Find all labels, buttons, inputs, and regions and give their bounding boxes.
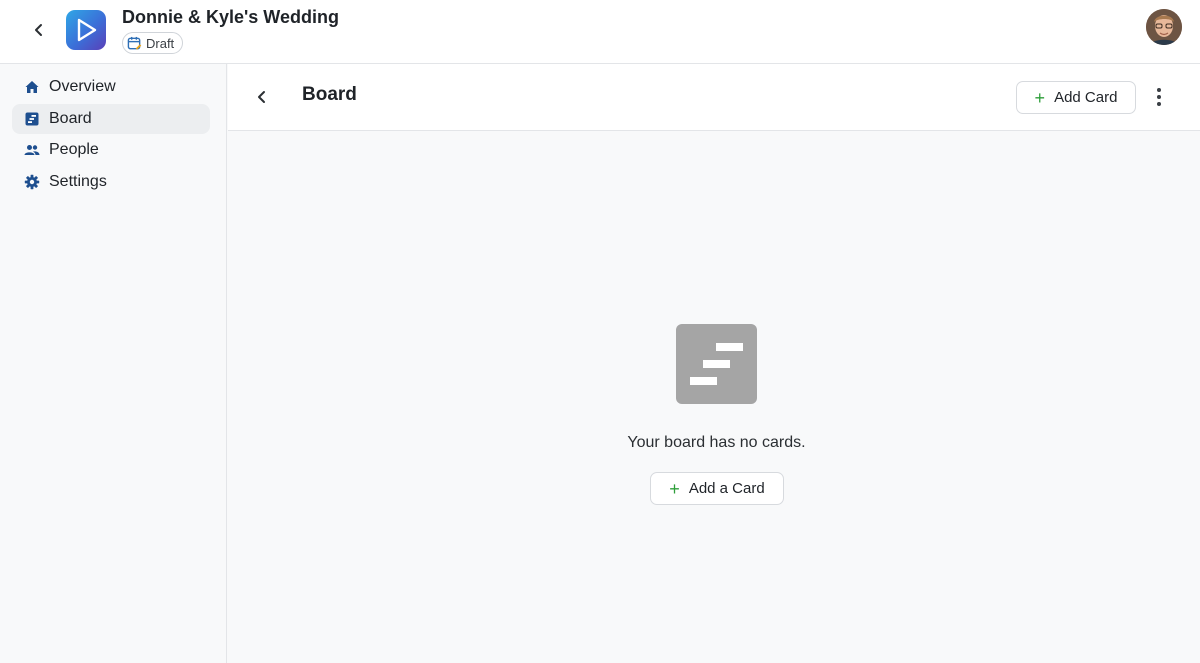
sidebar-item-label: Board [49, 109, 92, 127]
calendar-edit-icon [127, 36, 142, 50]
chevron-left-icon [35, 24, 42, 36]
top-bar: Donnie & Kyle's Wedding Draft [0, 0, 1200, 64]
add-a-card-button[interactable]: + Add a Card [650, 472, 784, 505]
board-placeholder-icon [676, 324, 757, 404]
play-logo-icon [77, 18, 97, 42]
home-icon [25, 81, 39, 93]
plus-icon: + [669, 478, 680, 499]
empty-state-text: Your board has no cards. [627, 434, 806, 451]
back-button[interactable] [250, 85, 274, 109]
main-header: Board + Add Card [228, 64, 1200, 131]
sidebar-item-label: Overview [49, 78, 116, 95]
add-card-button[interactable]: + Add Card [1016, 81, 1136, 114]
people-icon [24, 145, 40, 155]
back-button[interactable] [26, 17, 52, 43]
event-title: Donnie & Kyle's Wedding [122, 7, 339, 27]
user-avatar [1146, 9, 1182, 45]
empty-state-message: Your board has no cards. [0, 434, 1200, 452]
board-icon [25, 112, 39, 125]
sidebar-item-label: People [49, 141, 99, 158]
sidebar-item-people[interactable]: People [12, 135, 210, 165]
more-options-button[interactable] [1148, 83, 1170, 111]
avatar[interactable] [1146, 9, 1182, 45]
plus-icon: + [1034, 87, 1046, 108]
add-card-label: Add Card [1054, 89, 1118, 106]
app-logo[interactable] [66, 10, 106, 50]
sidebar-item-overview[interactable]: Overview [12, 72, 210, 102]
sidebar-item-settings[interactable]: Settings [12, 167, 210, 197]
sidebar: Overview Board People Settings [0, 64, 227, 663]
sidebar-item-label: Settings [49, 172, 107, 190]
sidebar-item-board[interactable]: Board [12, 103, 210, 134]
add-a-card-label: Add a Card [688, 480, 765, 497]
kebab-menu-icon [1157, 88, 1161, 106]
status-label: Draft [146, 35, 175, 51]
page-title: Board [302, 84, 357, 105]
chevron-left-icon [258, 91, 265, 103]
status-badge[interactable]: Draft [122, 32, 184, 54]
gear-icon [24, 174, 40, 189]
